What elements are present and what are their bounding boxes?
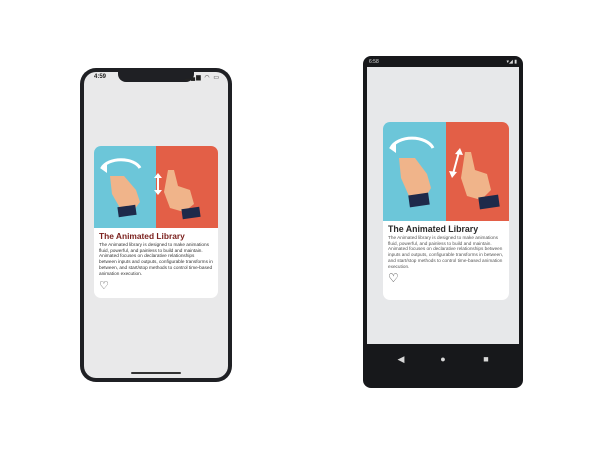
card-description: The Animated library is designed to make… [388,235,504,269]
android-status-bar: 6:58 ▾◢ ▮ [367,59,519,67]
animated-library-card[interactable]: The Animated Library The Animated librar… [94,146,218,299]
card-body: The Animated Library The Animated librar… [94,228,218,298]
android-nav-bar: ◀ ● ■ [367,346,519,374]
card-body: The Animated Library The Animated librar… [383,221,509,291]
home-indicator[interactable] [131,372,181,374]
android-status-time: 6:58 [369,59,379,65]
card-title: The Animated Library [99,231,185,241]
iphone-device: 4:59 ▂▄▆ ◠ ▭ The Animated Library The An… [80,68,232,382]
swipe-arrow-icon [389,136,435,149]
swipe-arrow-icon [100,158,142,169]
card-description: The Animated library is designed to make… [99,242,213,276]
card-title: The Animated Library [388,224,479,234]
iphone-notch [118,72,194,82]
card-image [94,146,218,228]
recent-apps-button-icon[interactable]: ■ [480,354,492,364]
android-screen: The Animated Library The Animated librar… [367,67,519,344]
gesture-illustration [100,158,201,220]
ios-status-icons: ▂▄▆ ◠ ▭ [185,75,220,81]
iphone-screen: 4:59 ▂▄▆ ◠ ▭ The Animated Library The An… [84,72,228,378]
ios-status-time: 4:59 [94,74,107,80]
home-button-icon[interactable]: ● [437,354,449,364]
left-hand-icon [399,158,431,198]
animated-library-card[interactable]: The Animated Library The Animated librar… [383,122,509,300]
android-status-icons: ▾◢ ▮ [506,59,518,65]
left-hand-icon [110,176,140,210]
back-button-icon[interactable]: ◀ [395,354,407,364]
heart-icon[interactable]: ♡ [99,279,109,292]
gesture-illustration [389,136,500,210]
heart-icon[interactable]: ♡ [388,271,399,285]
right-hand-icon [164,170,194,212]
card-image [383,122,509,221]
drag-arrow-icon [452,151,460,175]
comparison-stage: 4:59 ▂▄▆ ◠ ▭ The Animated Library The An… [0,0,600,450]
right-hand-icon [461,152,491,200]
android-device: 6:58 ▾◢ ▮ The Animated Library The Anima… [363,56,523,388]
